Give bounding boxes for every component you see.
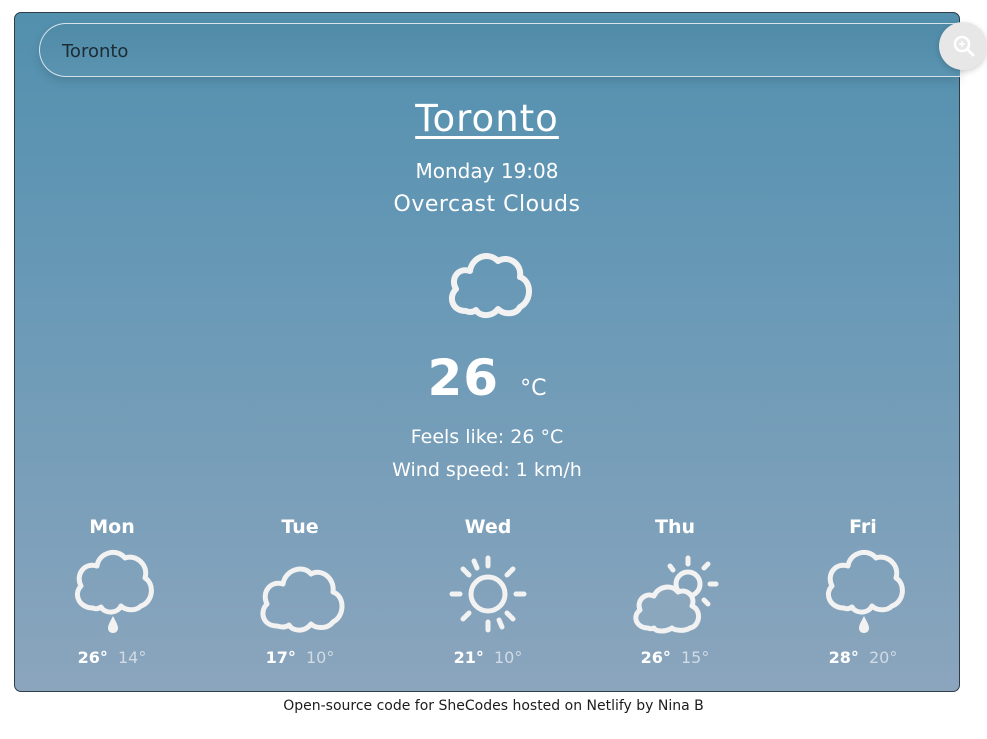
forecast-day-fri: Fri 28° 20° <box>803 516 923 667</box>
partly-cloudy-icon <box>633 555 719 634</box>
forecast-day-mon: Mon 26° 14° <box>52 516 172 667</box>
wind-speed: Wind speed: 1 km/h <box>392 459 582 481</box>
forecast-temps: 26° 14° <box>52 648 172 667</box>
search-icon <box>953 35 975 57</box>
search-input[interactable] <box>60 36 924 66</box>
forecast-min: 14° <box>118 648 147 667</box>
forecast-day-wed: Wed 21° 10° <box>428 516 548 667</box>
footer-credit[interactable]: Open-source code for SheCodes hosted on … <box>0 698 987 714</box>
forecast-min: 10° <box>306 648 335 667</box>
forecast-day-name: Wed <box>464 516 512 538</box>
search-bar <box>39 23 960 77</box>
forecast-day-name: Mon <box>89 516 135 538</box>
forecast-min: 10° <box>494 648 523 667</box>
temperature-unit: °C <box>520 376 547 401</box>
sun-icon <box>449 555 527 633</box>
forecast-max: 28° <box>828 648 859 667</box>
weather-description: Overcast Clouds <box>393 192 581 217</box>
forecast-max: 21° <box>453 648 484 667</box>
forecast-temps: 26° 15° <box>615 648 735 667</box>
forecast-day-name: Fri <box>849 516 877 538</box>
rain-cloud-icon <box>75 549 154 633</box>
weather-card: Toronto Monday 19:08 Overcast Clouds 26 … <box>14 12 960 692</box>
date-time: Monday 19:08 <box>415 159 559 183</box>
forecast-temps: 21° 10° <box>428 648 548 667</box>
search-button[interactable] <box>939 22 987 70</box>
forecast-min: 15° <box>681 648 710 667</box>
forecast-max: 26° <box>640 648 671 667</box>
forecast: Mon 26° 14° Tue 17° 10° Wed 21° 10° Thu … <box>15 516 959 676</box>
feels-like: Feels like: 26 °C <box>410 426 564 448</box>
forecast-temps: 28° 20° <box>803 648 923 667</box>
rain-cloud-icon <box>826 549 905 633</box>
cloud-icon <box>448 253 532 319</box>
cloud-icon <box>260 566 345 633</box>
forecast-max: 26° <box>77 648 108 667</box>
forecast-day-name: Thu <box>654 516 695 538</box>
temperature-value: 26 <box>427 349 500 407</box>
city-name: Toronto <box>415 97 559 140</box>
forecast-day-name: Tue <box>281 516 319 538</box>
forecast-day-thu: Thu 26° 15° <box>615 516 735 667</box>
forecast-max: 17° <box>265 648 296 667</box>
forecast-min: 20° <box>869 648 898 667</box>
current-temperature: 26 °C <box>15 349 959 407</box>
forecast-temps: 17° 10° <box>240 648 360 667</box>
forecast-day-tue: Tue 17° 10° <box>240 516 360 667</box>
